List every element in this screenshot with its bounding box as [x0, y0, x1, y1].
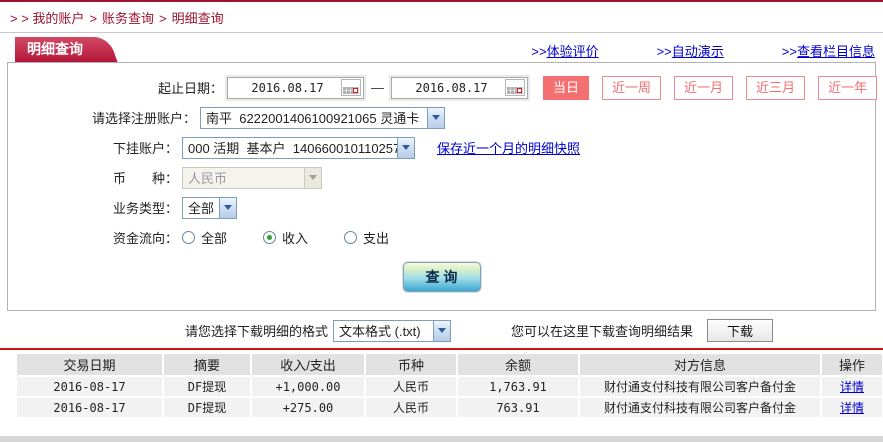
- row-currency: 币 种： 人民币: [8, 165, 875, 190]
- row-sub-account: 下挂账户： 000 活期 基本户 1406600101102571848 保存近…: [8, 135, 875, 160]
- cell-summary: DF提现: [164, 377, 250, 396]
- detail-link[interactable]: 详情: [840, 401, 864, 415]
- register-account-select[interactable]: 南平 6222001406100921065 灵通卡: [200, 106, 445, 129]
- sub-account-label: 下挂账户：: [112, 141, 178, 156]
- download-hint: 您可以在这里下载查询明细结果: [511, 324, 694, 339]
- table-top-divider: [0, 348, 883, 350]
- breadcrumb-item-account-query[interactable]: 账务查询: [102, 11, 154, 26]
- query-form: 起止日期： 2016.08.17 — 2016.08.17 当日 近一周 近一月…: [7, 62, 878, 311]
- tab-title: 明细查询: [27, 41, 83, 57]
- currency-select: 人民币: [182, 166, 322, 189]
- download-row: 请您选择下载明细的格式 文本格式 (.txt) 您可以在这里下载查询明细结果 下…: [185, 319, 883, 342]
- tab-row: 明细查询 >>体验评价 >>自动演示 >>查看栏目信息: [0, 37, 883, 62]
- col-header-action: 操作: [822, 354, 882, 375]
- col-header-counterparty: 对方信息: [580, 354, 820, 375]
- chevron-down-icon[interactable]: [219, 197, 236, 218]
- cell-currency: 人民币: [366, 398, 456, 417]
- cell-summary: DF提现: [164, 398, 250, 417]
- cell-balance: 763.91: [458, 398, 578, 417]
- link-experience-review[interactable]: >>体验评价: [531, 41, 598, 60]
- chevron-down-icon[interactable]: [433, 320, 451, 341]
- radio-checked-icon[interactable]: [263, 231, 277, 244]
- row-biz-type: 业务类型： 全部: [8, 195, 875, 220]
- cell-currency: 人民币: [366, 377, 456, 396]
- download-format-label: 请您选择下载明细的格式: [185, 324, 329, 339]
- calendar-icon[interactable]: [341, 79, 361, 96]
- date-range-separator: —: [371, 80, 384, 95]
- cell-balance: 1,763.91: [458, 377, 578, 396]
- breadcrumb-item-detail-query[interactable]: 明细查询: [172, 11, 224, 26]
- radio-icon[interactable]: [344, 231, 358, 244]
- date-range-label: 起止日期：: [157, 81, 223, 96]
- table-row: 2016-08-17 DF提现 +1,000.00 人民币 1,763.91 财…: [17, 377, 882, 396]
- col-header-date: 交易日期: [17, 354, 162, 375]
- chevron-down-icon[interactable]: [397, 137, 414, 158]
- fund-flow-radio-expense[interactable]: 支出: [344, 228, 389, 247]
- double-arrow-icon: >>: [656, 44, 672, 59]
- row-fund-flow: 资金流向： 全部 收入 支出: [8, 225, 875, 250]
- quick-range-month-button[interactable]: 近一月: [674, 75, 734, 100]
- fund-flow-radio-all[interactable]: 全部: [182, 228, 227, 247]
- breadcrumb-item-my-account[interactable]: 我的账户: [32, 11, 84, 26]
- download-format-select[interactable]: 文本格式 (.txt): [333, 319, 452, 342]
- quick-range-quarter-button[interactable]: 近三月: [746, 75, 806, 100]
- tab-detail-query[interactable]: 明细查询: [15, 37, 93, 62]
- download-button[interactable]: 下载: [707, 319, 774, 342]
- chevron-down-icon: [304, 167, 321, 188]
- double-arrow-icon: >>: [781, 44, 797, 59]
- fund-flow-radio-income[interactable]: 收入: [263, 228, 308, 247]
- col-header-summary: 摘要: [164, 354, 250, 375]
- quick-range-year-button[interactable]: 近一年: [818, 75, 878, 100]
- detail-link[interactable]: 详情: [840, 380, 864, 394]
- register-account-label: 请选择注册账户：: [91, 111, 196, 126]
- row-register-account: 请选择注册账户： 南平 6222001406100921065 灵通卡: [8, 105, 875, 130]
- fund-flow-label: 资金流向：: [112, 231, 178, 246]
- bottom-bar: [0, 436, 883, 442]
- breadcrumb-separator: >: [159, 11, 167, 26]
- cell-amount: +1,000.00: [252, 377, 364, 396]
- table-row: 2016-08-17 DF提现 +275.00 人民币 763.91 财付通支付…: [17, 398, 882, 417]
- chevron-down-icon[interactable]: [427, 107, 444, 128]
- query-button-row: 查 询: [8, 262, 875, 292]
- transaction-table: 交易日期 摘要 收入/支出 币种 余额 对方信息 操作 2016-08-17 D…: [15, 352, 883, 419]
- link-view-column-info[interactable]: >>查看栏目信息: [782, 41, 875, 60]
- sub-account-select[interactable]: 000 活期 基本户 1406600101102571848: [182, 136, 415, 159]
- quick-range-today-button[interactable]: 当日: [543, 75, 590, 100]
- link-auto-demo[interactable]: >>自动演示: [657, 41, 724, 60]
- col-header-currency: 币种: [366, 354, 456, 375]
- radio-icon[interactable]: [182, 231, 195, 244]
- end-date-input[interactable]: 2016.08.17: [391, 76, 528, 99]
- calendar-icon[interactable]: [505, 79, 525, 96]
- cell-date: 2016-08-17: [17, 377, 162, 396]
- cell-date: 2016-08-17: [17, 398, 162, 417]
- biz-type-label: 业务类型：: [112, 201, 178, 216]
- row-date-range: 起止日期： 2016.08.17 — 2016.08.17 当日 近一周 近一月…: [8, 75, 878, 100]
- quick-range-week-button[interactable]: 近一周: [602, 75, 662, 100]
- start-date-input[interactable]: 2016.08.17: [227, 76, 364, 99]
- col-header-balance: 余额: [458, 354, 578, 375]
- breadcrumb: > > 我的账户 > 账务查询 > 明细查询: [0, 2, 883, 33]
- cell-counterparty: 财付通支付科技有限公司客户备付金: [580, 377, 820, 396]
- biz-type-select[interactable]: 全部: [182, 196, 237, 219]
- col-header-amount: 收入/支出: [252, 354, 364, 375]
- query-button[interactable]: 查 询: [402, 262, 481, 292]
- header-links: >>体验评价 >>自动演示 >>查看栏目信息: [531, 41, 875, 60]
- double-arrow-icon: >>: [531, 44, 547, 59]
- breadcrumb-separator: >: [89, 11, 98, 26]
- cell-amount: +275.00: [252, 398, 364, 417]
- save-snapshot-link[interactable]: 保存近一个月的明细快照: [437, 138, 580, 157]
- cell-counterparty: 财付通支付科技有限公司客户备付金: [580, 398, 820, 417]
- breadcrumb-prefix: > >: [10, 11, 33, 26]
- table-header-row: 交易日期 摘要 收入/支出 币种 余额 对方信息 操作: [17, 354, 882, 375]
- currency-label: 币 种：: [112, 171, 178, 186]
